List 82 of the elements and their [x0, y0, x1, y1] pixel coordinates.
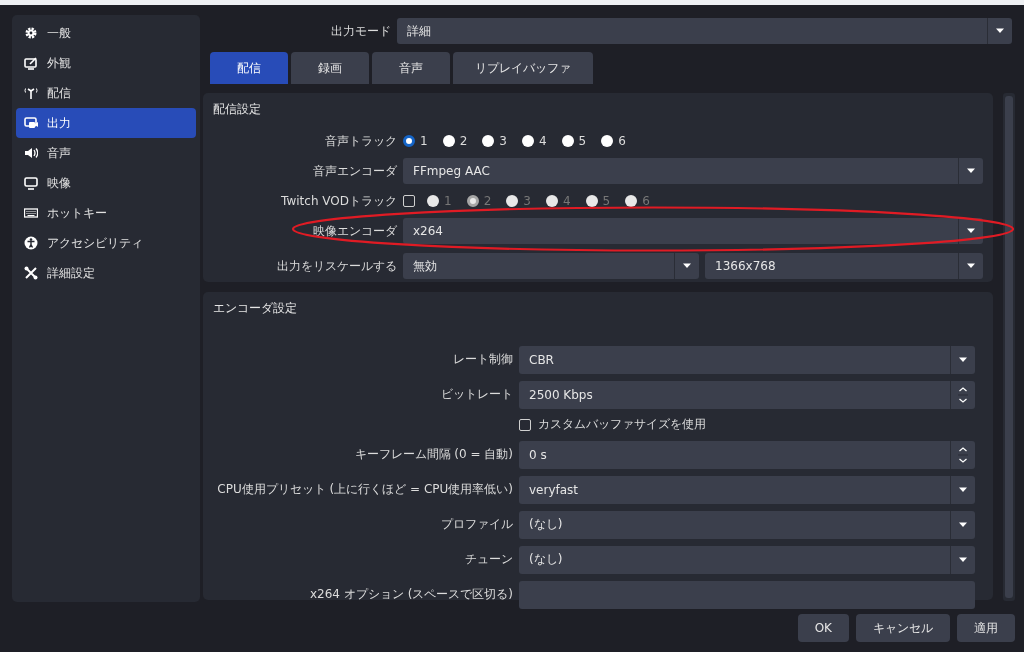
scrollbar[interactable] — [1003, 93, 1015, 601]
field-label: 音声トラック — [324, 132, 397, 150]
sidebar-item[interactable]: 一般 — [16, 18, 196, 48]
tab[interactable]: 録画 — [291, 52, 369, 84]
radio-label: 5 — [602, 194, 611, 208]
dropdown-arrow-icon — [958, 556, 968, 563]
dropdown[interactable]: veryfast — [519, 475, 975, 504]
dropdown[interactable]: (なし) — [519, 510, 975, 539]
dropdown-arrow-icon — [966, 168, 976, 174]
dialog-button[interactable]: 適用 — [957, 614, 1015, 642]
sidebar-item[interactable]: 音声 — [16, 138, 196, 168]
dropdown-arrow-icon — [682, 263, 692, 269]
dropdown[interactable]: (なし) — [519, 545, 975, 574]
dropdown[interactable]: 1366x768 — [705, 253, 983, 279]
gear-icon — [24, 26, 38, 40]
field-label: CPU使用プリセット (上に行くほど = CPU使用率低い) — [216, 481, 513, 498]
field-label: 出力モード — [330, 22, 391, 40]
keyboard-icon — [24, 206, 38, 220]
dropdown-arrow-icon — [958, 486, 968, 493]
radio-button[interactable] — [521, 135, 534, 147]
radio-button[interactable] — [601, 135, 614, 147]
section-title: 配信設定 — [213, 101, 262, 118]
radio-label: 1 — [444, 194, 452, 208]
checkbox[interactable] — [519, 418, 531, 431]
checkbox-label: カスタムバッファサイズを使用 — [538, 416, 706, 433]
tab[interactable]: 音声 — [372, 52, 450, 84]
radio-label: 2 — [483, 194, 492, 208]
dropdown-arrow-icon — [995, 28, 1005, 34]
sidebar-item[interactable]: 詳細設定 — [16, 258, 196, 288]
dropdown-arrow-icon — [958, 356, 968, 363]
radio-button[interactable] — [442, 135, 455, 147]
radio-label: 3 — [499, 134, 507, 148]
sidebar-item[interactable]: 映像 — [16, 168, 196, 198]
dropdown-arrow-icon — [966, 263, 976, 269]
speaker-icon — [24, 146, 38, 160]
dialog-button[interactable]: キャンセル — [856, 614, 950, 642]
dropdown[interactable]: CBR — [519, 345, 975, 374]
sidebar-item[interactable]: 外観 — [16, 48, 196, 78]
field-label: 音声エンコーダ — [312, 162, 397, 180]
monitor-icon — [24, 176, 38, 190]
sidebar-item[interactable]: 配信 — [16, 78, 196, 108]
radio-label: 6 — [642, 194, 650, 208]
screen-camera-icon — [24, 116, 38, 130]
radio-label: 1 — [420, 134, 428, 148]
radio-button[interactable] — [482, 135, 495, 147]
field-label: x264 オプション (スペースで区切る) — [309, 586, 513, 603]
sidebar-item[interactable]: 出力 — [16, 108, 196, 138]
dropdown[interactable]: 詳細 — [397, 18, 1012, 44]
tools-icon — [24, 266, 38, 280]
section-title: エンコーダ設定 — [213, 300, 298, 317]
dropdown-arrow-icon — [966, 228, 976, 234]
dropdown-arrow-icon — [958, 521, 968, 528]
radio-button[interactable] — [561, 135, 574, 147]
antenna-icon — [24, 86, 38, 100]
input-field[interactable] — [519, 580, 975, 609]
field-label: レート制御 — [452, 351, 513, 368]
radio-button[interactable] — [403, 135, 415, 147]
field-label: 映像エンコーダ — [312, 222, 397, 240]
dialog-button[interactable]: OK — [797, 614, 849, 642]
field-label: キーフレーム間隔 (0 = 自動) — [353, 446, 513, 463]
radio-label: 4 — [538, 134, 547, 148]
tab[interactable]: 配信 — [210, 52, 288, 84]
sidebar-item[interactable]: ホットキー — [16, 198, 196, 228]
field-label: 出力をリスケールする — [276, 257, 397, 275]
field-label: Twitch VODトラック — [280, 192, 397, 210]
monitor-pen-icon — [24, 56, 38, 70]
dropdown[interactable]: 無効 — [403, 253, 699, 279]
spin-box[interactable]: 2500 Kbps — [519, 380, 975, 409]
sidebar-item[interactable]: アクセシビリティ — [16, 228, 196, 258]
radio-label: 3 — [523, 194, 531, 208]
field-label: プロファイル — [440, 516, 513, 533]
spin-box[interactable]: 0 s — [519, 440, 975, 469]
dropdown[interactable]: x264 — [403, 218, 983, 244]
field-label: ビットレート — [440, 386, 513, 403]
radio-label: 6 — [618, 134, 626, 148]
tab[interactable]: リプレイバッファ — [453, 52, 593, 84]
field-label: チューン — [464, 551, 513, 568]
radio-label: 2 — [459, 134, 468, 148]
radio-label: 5 — [578, 134, 587, 148]
accessibility-icon — [24, 236, 38, 250]
radio-label: 4 — [562, 194, 571, 208]
dropdown[interactable]: FFmpeg AAC — [403, 158, 983, 184]
